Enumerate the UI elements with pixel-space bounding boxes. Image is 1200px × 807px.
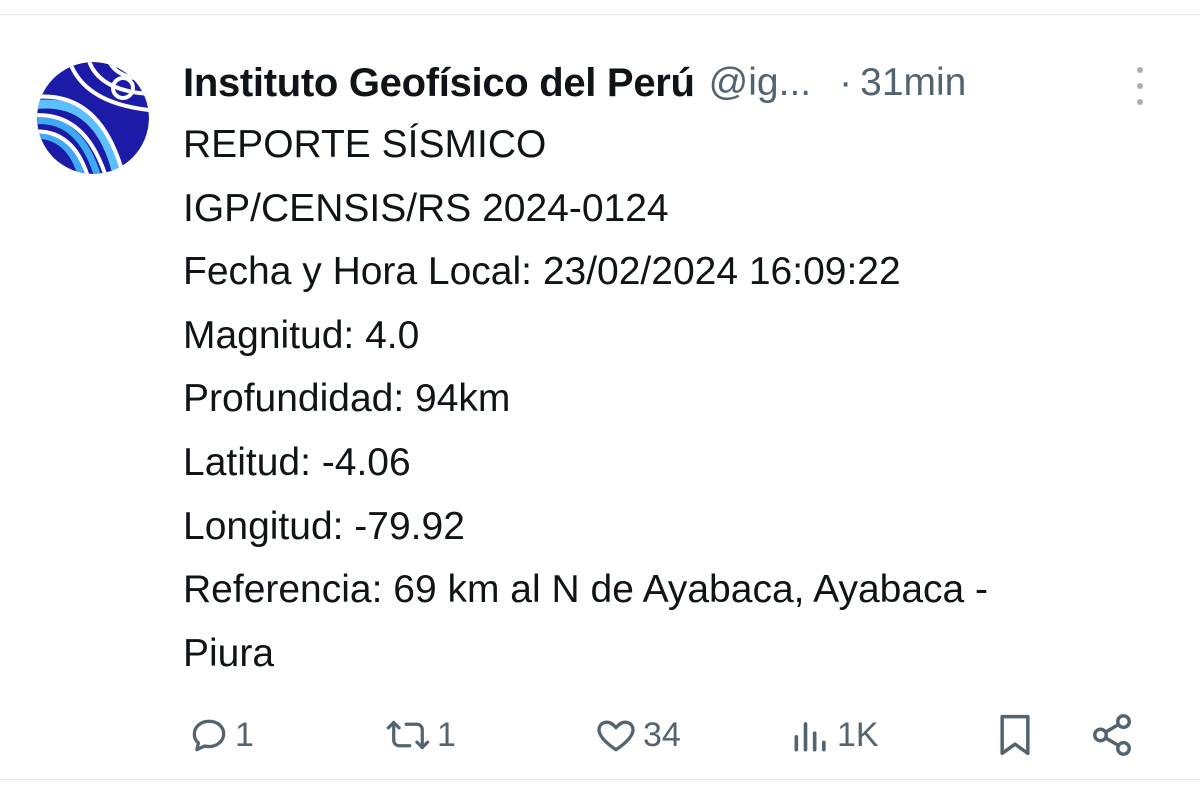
tweet-line: REPORTE SÍSMICO (183, 123, 547, 166)
tweet-actions: 1 1 34 1K (183, 705, 1163, 765)
reply-count: 1 (235, 715, 254, 754)
tweet-line: Piura (183, 631, 275, 675)
retweet-button[interactable]: 1 (383, 705, 456, 765)
tweet-line: Longitud: -79.92 (183, 504, 465, 548)
bookmark-button[interactable] (993, 705, 1037, 765)
more-options-icon[interactable] (1130, 67, 1150, 105)
like-button[interactable]: 34 (593, 705, 681, 765)
author-name[interactable]: Instituto Geofísico del Perú (183, 61, 695, 106)
views-icon (794, 722, 826, 752)
tweet-line: Latitud: -4.06 (183, 440, 411, 484)
reply-button[interactable]: 1 (187, 705, 254, 765)
retweet-count: 1 (437, 715, 456, 754)
tweet-line: IGP/CENSIS/RS 2024-0124 (183, 186, 669, 230)
views-count: 1K (837, 715, 879, 754)
heart-icon (597, 720, 635, 752)
tweet-line: Magnitud: 4.0 (183, 313, 420, 357)
tweet-card[interactable]: Instituto Geofísico del Perú @ig... · 31… (0, 14, 1200, 780)
views-button[interactable]: 1K (789, 705, 879, 765)
tweet-line: Referencia: 69 km al N de Ayabaca, Ayaba… (183, 568, 989, 612)
tweet-line: Fecha y Hora Local: 23/02/2024 16:09:22 (183, 250, 901, 294)
avatar-logo[interactable] (37, 62, 149, 174)
tweet-text: REPORTE SÍSMICO IGP/CENSIS/RS 2024-0124 … (183, 113, 1183, 685)
tweet-header: Instituto Geofísico del Perú @ig... · 31… (183, 53, 1173, 113)
retweet-icon (386, 720, 430, 750)
igp-logo-icon (37, 62, 149, 174)
bookmark-icon (1000, 714, 1030, 756)
tweet-line: Profundidad: 94km (183, 377, 511, 421)
tweet-timestamp[interactable]: 31min (860, 61, 966, 105)
reply-icon (192, 719, 226, 752)
share-button[interactable] (1089, 705, 1135, 765)
share-icon (1093, 714, 1131, 756)
like-count: 34 (643, 715, 681, 754)
header-separator: · (839, 61, 853, 104)
author-handle[interactable]: @ig... (709, 61, 811, 105)
